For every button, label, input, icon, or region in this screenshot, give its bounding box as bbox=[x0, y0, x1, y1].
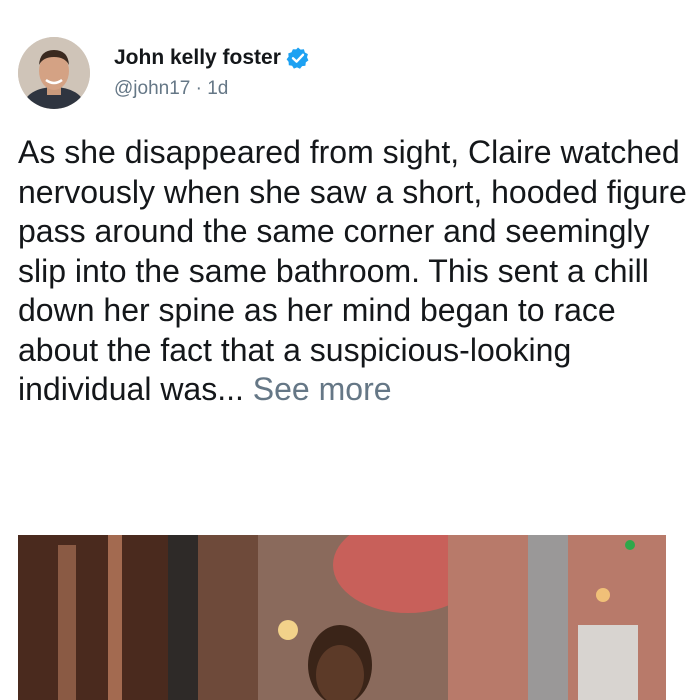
see-more-link[interactable]: See more bbox=[253, 371, 392, 407]
tweet-header: John kelly foster @john17 · 1d bbox=[18, 37, 310, 109]
media-photo bbox=[18, 535, 666, 700]
tweet-media-image[interactable] bbox=[18, 535, 666, 700]
verified-badge-icon bbox=[286, 47, 309, 69]
tweet-timestamp[interactable]: 1d bbox=[207, 78, 228, 99]
avatar[interactable] bbox=[18, 37, 90, 109]
tweet-meta: @john17 · 1d bbox=[114, 78, 310, 100]
avatar-photo bbox=[18, 37, 90, 109]
display-name[interactable]: John kelly foster bbox=[114, 46, 281, 70]
tweet-body: As she disappeared from sight, Claire wa… bbox=[18, 133, 690, 410]
user-handle[interactable]: @john17 bbox=[114, 78, 190, 99]
tweet-text: As she disappeared from sight, Claire wa… bbox=[18, 134, 687, 407]
meta-separator: · bbox=[195, 78, 202, 99]
